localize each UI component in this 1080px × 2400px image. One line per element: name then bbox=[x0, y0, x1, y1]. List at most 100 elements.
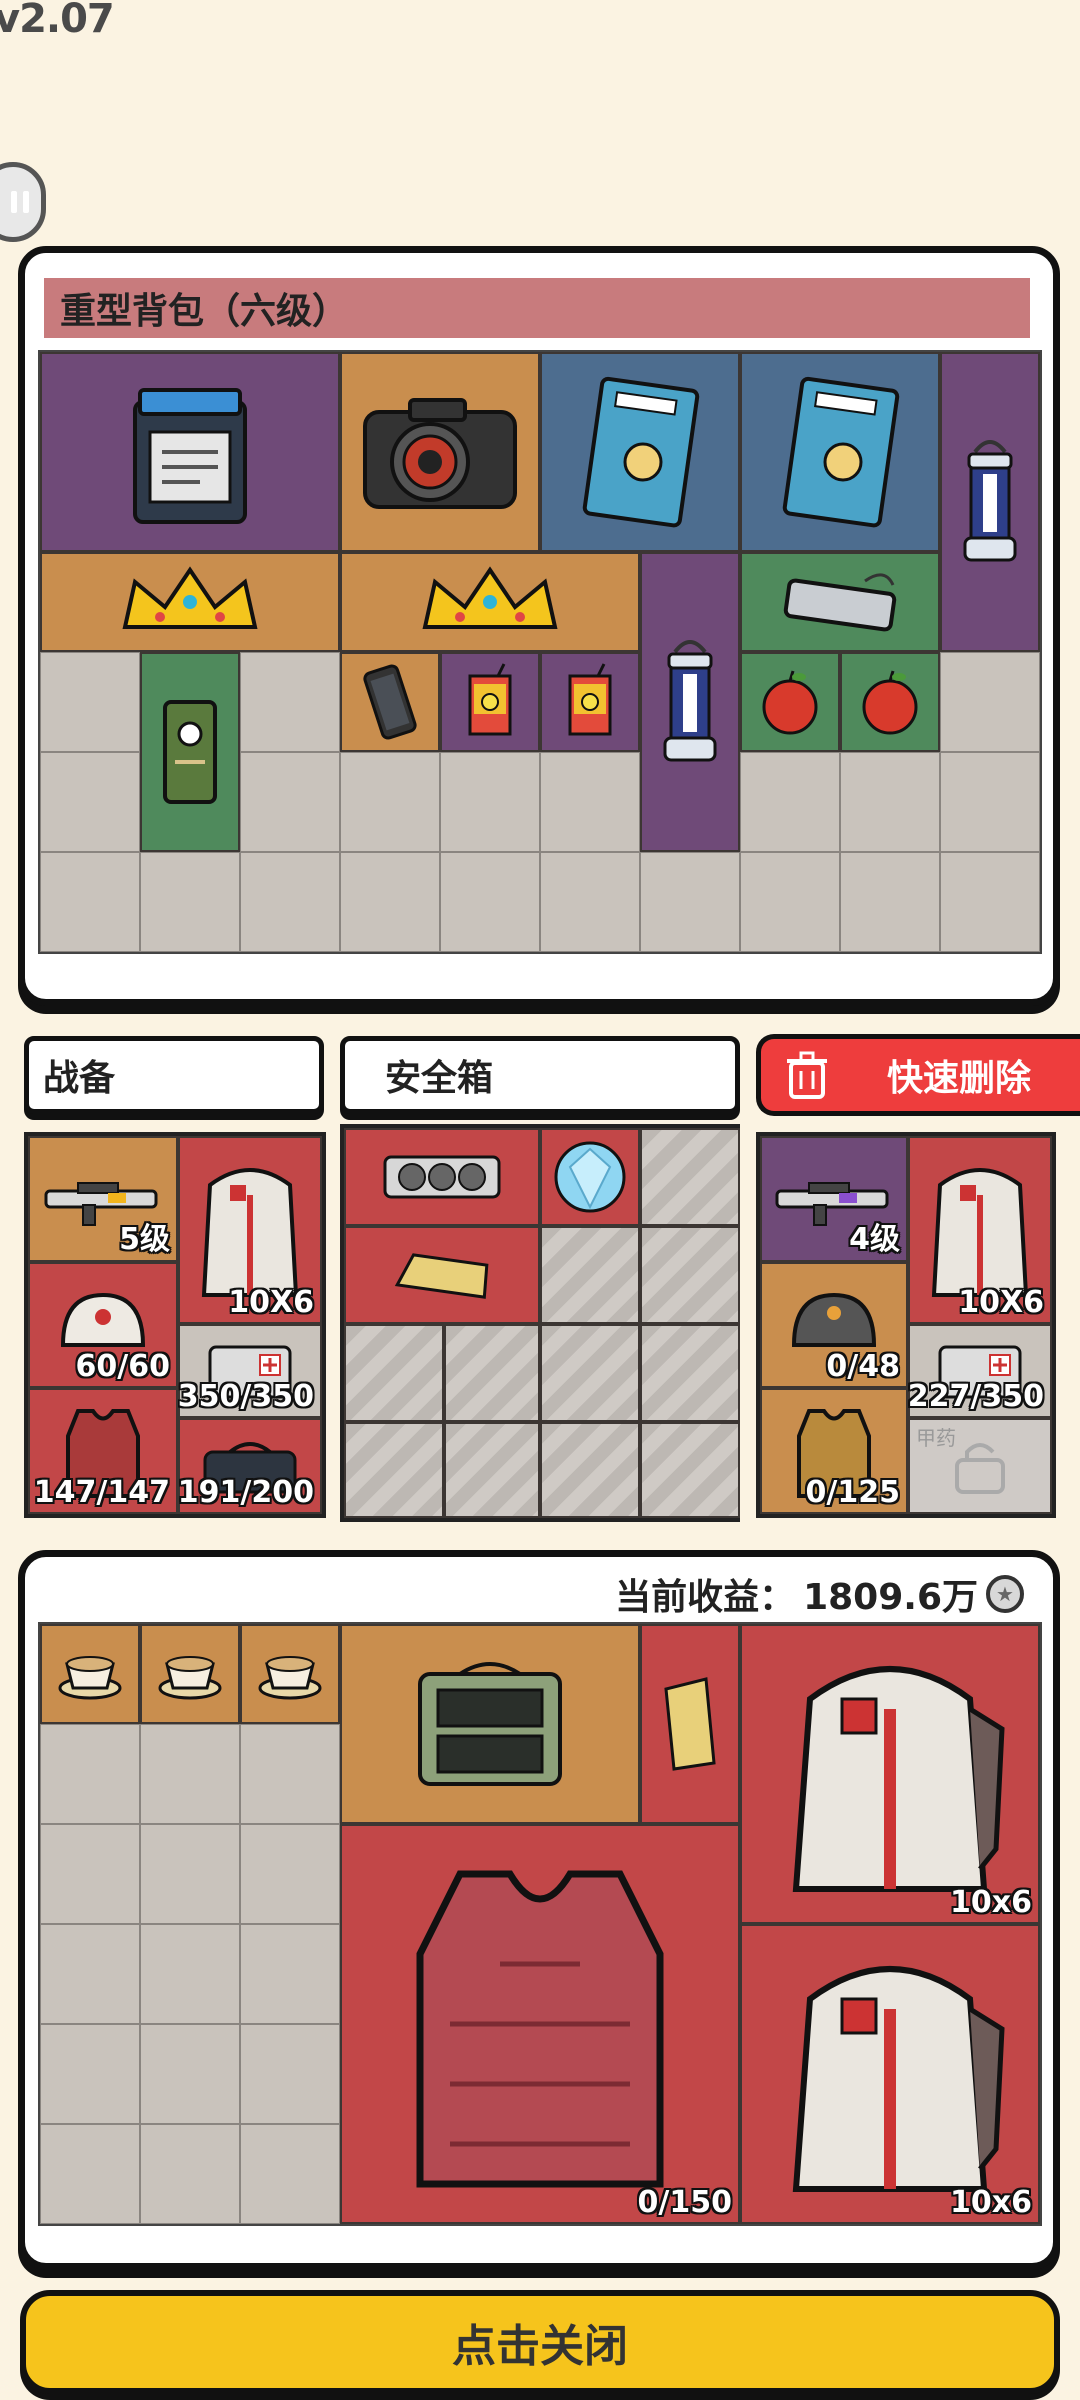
magazine-icon bbox=[782, 376, 900, 528]
crown-icon bbox=[122, 566, 258, 629]
vest-durability: 0/125 bbox=[805, 1475, 900, 1510]
coffee-bag-icon bbox=[163, 700, 217, 804]
safe-slot bbox=[640, 1324, 740, 1422]
bag-value: 191/200 bbox=[177, 1475, 314, 1510]
coffee-bag-item[interactable] bbox=[140, 652, 240, 852]
gold-bar-item[interactable] bbox=[640, 1624, 740, 1824]
lantern-item[interactable] bbox=[640, 552, 740, 852]
magazine-item[interactable] bbox=[740, 352, 940, 552]
backpack-icon bbox=[201, 1168, 299, 1297]
gold-bar-icon bbox=[394, 1253, 489, 1299]
helmet-durability: 0/48 bbox=[826, 1349, 900, 1384]
trash-icon bbox=[787, 1051, 827, 1099]
medkit-slot[interactable]: 227/350 bbox=[908, 1324, 1052, 1418]
bag-slot[interactable]: 191/200 bbox=[178, 1418, 322, 1514]
safe-slot bbox=[540, 1422, 640, 1518]
rifle-slot[interactable]: 4级 bbox=[760, 1136, 908, 1262]
apple-icon bbox=[862, 670, 918, 735]
phone-icon bbox=[363, 664, 417, 740]
radio-item[interactable] bbox=[340, 1624, 640, 1824]
latte-item[interactable] bbox=[140, 1624, 240, 1724]
apple-icon bbox=[762, 670, 818, 735]
weapon-level: 4级 bbox=[849, 1222, 900, 1257]
quick-delete-label: 快速删除 bbox=[887, 1058, 1032, 1099]
gold-bar-item[interactable] bbox=[344, 1226, 540, 1324]
helmet-slot[interactable]: 0/48 bbox=[760, 1262, 908, 1388]
vest-icon bbox=[416, 1870, 664, 2188]
backpack-icon bbox=[792, 1666, 1005, 1892]
tab-safe-box[interactable]: 安全箱 bbox=[340, 1036, 740, 1114]
earnings-label: 当前收益： bbox=[615, 1577, 796, 1618]
battery-icon bbox=[133, 388, 247, 524]
safe-box-panel bbox=[340, 1124, 740, 1522]
gpu-icon bbox=[383, 1155, 501, 1199]
juice-box-item[interactable] bbox=[540, 652, 640, 752]
magazine-item[interactable] bbox=[540, 352, 740, 552]
backpack-slot[interactable]: 10X6 bbox=[908, 1136, 1052, 1324]
safe-slot bbox=[640, 1422, 740, 1518]
vest-durability: 147/147 bbox=[33, 1475, 170, 1510]
backpack-item[interactable]: 10x6 bbox=[740, 1624, 1040, 1924]
backpack1-size: 10x6 bbox=[950, 1885, 1032, 1920]
quick-delete-button[interactable]: 快速删除 bbox=[756, 1034, 1080, 1116]
backpack-icon bbox=[931, 1168, 1029, 1297]
backpack-icon bbox=[792, 1966, 1005, 2192]
tab-gear[interactable]: 战备 bbox=[24, 1036, 324, 1114]
locked-slot-label: 甲药 bbox=[916, 1426, 956, 1450]
pause-button[interactable] bbox=[0, 162, 46, 242]
juice-box-icon bbox=[568, 663, 612, 736]
coin-icon: ★ bbox=[986, 1575, 1024, 1613]
backpack-grid bbox=[38, 350, 1042, 954]
backpack-size: 10X6 bbox=[228, 1285, 314, 1320]
lantern-icon bbox=[963, 440, 1017, 562]
lantern-icon bbox=[663, 640, 717, 762]
vest-slot[interactable]: 0/125 bbox=[760, 1388, 908, 1514]
latte-item[interactable] bbox=[240, 1624, 340, 1724]
battery-item[interactable] bbox=[40, 352, 340, 552]
gpu-item[interactable] bbox=[344, 1128, 540, 1226]
camera-icon bbox=[363, 398, 517, 509]
diamond-item[interactable] bbox=[540, 1128, 640, 1226]
latte-item[interactable] bbox=[40, 1624, 140, 1724]
safe-slot bbox=[444, 1422, 540, 1518]
keyboard-item[interactable] bbox=[740, 552, 940, 652]
backpack2-size: 10x6 bbox=[950, 2185, 1032, 2220]
version-label: v2.07 bbox=[0, 0, 115, 42]
tab-safe-box-label: 安全箱 bbox=[385, 1058, 494, 1099]
backpack-title: 重型背包（六级） bbox=[44, 278, 1030, 338]
backpack-size: 10X6 bbox=[958, 1285, 1044, 1320]
pause-icon bbox=[11, 191, 29, 213]
rifle-slot[interactable]: 5级 bbox=[28, 1136, 178, 1262]
keyboard-icon bbox=[783, 573, 897, 632]
safe-slot bbox=[444, 1324, 540, 1422]
medkit-slot[interactable]: 350/350 bbox=[178, 1324, 322, 1418]
close-button[interactable]: 点击关闭 bbox=[20, 2290, 1060, 2394]
safe-slot bbox=[344, 1324, 444, 1422]
phone-item[interactable] bbox=[340, 652, 440, 752]
lantern-item[interactable] bbox=[940, 352, 1040, 652]
crown-item[interactable] bbox=[340, 552, 640, 652]
earnings-value: 1809.6万 bbox=[803, 1577, 978, 1618]
latte-icon bbox=[58, 1656, 122, 1700]
crown-icon bbox=[422, 566, 558, 629]
juice-box-icon bbox=[468, 663, 512, 736]
backpack-item[interactable]: 10x6 bbox=[740, 1924, 1040, 2224]
safe-slot bbox=[640, 1128, 740, 1226]
medkit-value: 350/350 bbox=[177, 1379, 314, 1414]
juice-box-item[interactable] bbox=[440, 652, 540, 752]
camera-item[interactable] bbox=[340, 352, 540, 552]
safe-slot bbox=[344, 1422, 444, 1518]
helmet-slot[interactable]: 60/60 bbox=[28, 1262, 178, 1388]
radio-icon bbox=[418, 1662, 562, 1786]
latte-icon bbox=[158, 1656, 222, 1700]
gear-left-panel: 5级 10X6 60/60 350/350 147/147 191/200 bbox=[24, 1132, 326, 1518]
locked-slot[interactable]: 甲药 bbox=[908, 1418, 1052, 1514]
apple-item[interactable] bbox=[740, 652, 840, 752]
vest-slot[interactable]: 147/147 bbox=[28, 1388, 178, 1514]
helmet-durability: 60/60 bbox=[75, 1349, 170, 1384]
apple-item[interactable] bbox=[840, 652, 940, 752]
crown-item[interactable] bbox=[40, 552, 340, 652]
vest-item[interactable]: 0/150 bbox=[340, 1824, 740, 2224]
backpack-slot[interactable]: 10X6 bbox=[178, 1136, 322, 1324]
gold-bar-icon bbox=[664, 1677, 716, 1771]
